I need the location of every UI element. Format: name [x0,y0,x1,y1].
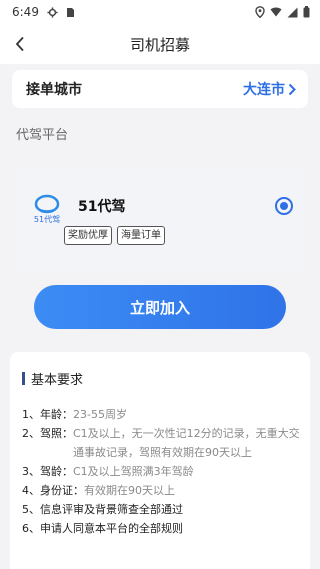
battery-icon [303,6,310,18]
platform-logo-text: 51代驾 [34,214,60,224]
status-time: 6:49 [12,5,39,19]
join-now-button[interactable]: 立即加入 [34,285,286,329]
city-value-link[interactable]: 大连市 [243,79,296,99]
chevron-right-icon [288,83,296,95]
requirements-card: 基本要求 1、年龄： 23-55周岁 2、驾照： C1及以上，无一次性记12分的… [10,352,310,569]
requirement-value: C1及以上驾照满3年驾龄 [73,465,194,478]
back-button[interactable] [6,30,34,58]
city-value: 大连市 [243,82,285,98]
city-label: 接单城市 [26,82,82,98]
requirement-item: 1、年龄： 23-55周岁 [22,405,304,424]
requirement-label: 1、年龄： [22,408,73,421]
page-title: 司机招募 [129,35,190,54]
signal-icon [287,7,298,17]
requirement-value: 有效期在90天以上 [84,484,175,497]
navigation-bar: 司机招募 [0,24,320,64]
city-selector[interactable]: 接单城市 大连市 [12,70,308,108]
requirement-text: 6、申请人同意本平台的全部规则 [22,522,183,535]
platform-tag: 奖励优厚 [64,226,112,245]
platform-logo: 51代驾 [30,192,64,226]
requirement-text: 5、信息评审及背景筛查全部通过 [22,503,183,516]
platform-tags: 奖励优厚 海量订单 [64,226,165,245]
wifi-icon [270,7,282,17]
requirements-title: 基本要求 [22,369,83,388]
requirement-label: 2、驾照： [22,427,73,440]
status-bar: 6:49 [0,0,320,24]
platform-option-card[interactable]: 51代驾 51代驾 奖励优厚 海量订单 [16,170,304,270]
requirement-value: C1及以上，无一次性记12分的记录，无重大交通事故记录，驾照有效期在90天以上 [73,427,300,459]
requirements-title-text: 基本要求 [31,373,84,388]
requirements-list: 1、年龄： 23-55周岁 2、驾照： C1及以上，无一次性记12分的记录，无重… [22,405,304,538]
requirement-label: 3、驾龄： [22,465,73,478]
radio-selected-dot [280,202,288,210]
platform-section-title: 代驾平台 [16,128,69,143]
chevron-left-icon [15,36,24,52]
platform-tag: 海量订单 [117,226,165,245]
requirement-value: 23-55周岁 [73,408,127,421]
location-icon [255,6,265,18]
requirement-label: 4、身份证： [22,484,84,497]
settings-status-icon [47,6,58,18]
requirement-item: 3、驾龄： C1及以上驾照满3年驾龄 [22,462,304,481]
requirement-item: 5、信息评审及背景筛查全部通过 [22,500,304,519]
platform-name: 51代驾 [78,199,126,215]
requirement-item: 6、申请人同意本平台的全部规则 [22,519,304,538]
platform-radio[interactable] [275,197,293,215]
sim-status-icon [66,7,74,17]
title-accent-bar [22,372,25,385]
requirement-item: 4、身份证： 有效期在90天以上 [22,481,304,500]
requirement-item: 2、驾照： C1及以上，无一次性记12分的记录，无重大交通事故记录，驾照有效期在… [22,424,304,462]
